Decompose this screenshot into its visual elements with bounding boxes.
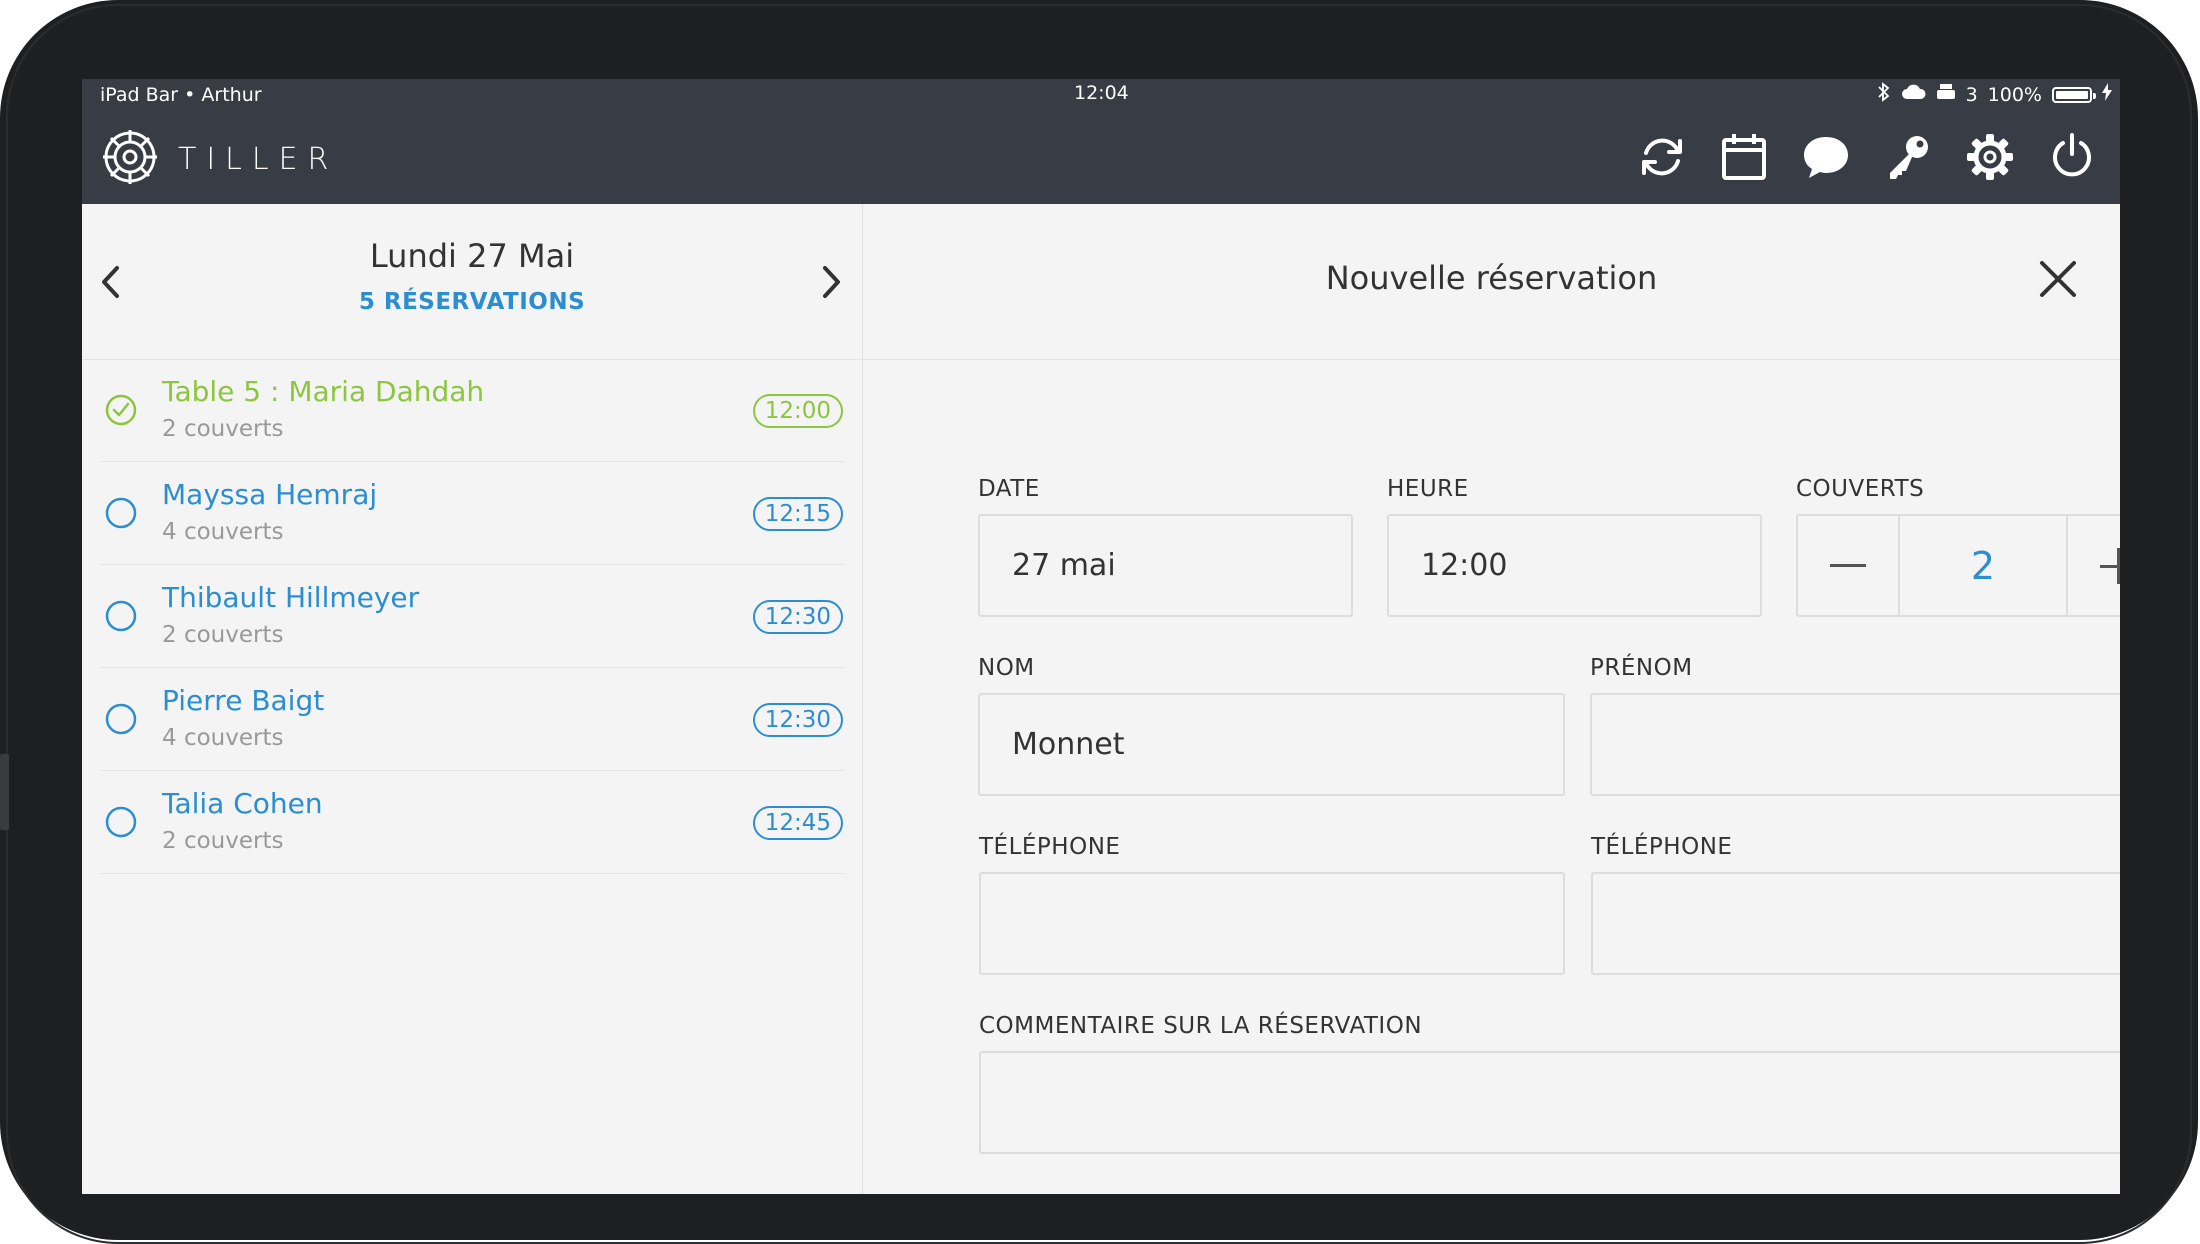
- status-indicators: 3 100%: [1877, 82, 2112, 107]
- comment-field[interactable]: [979, 1051, 2120, 1154]
- bluetooth-icon: [1877, 82, 1890, 107]
- power-icon[interactable]: [2046, 131, 2098, 183]
- reservation-list: Table 5 : Maria Dahdah 2 couverts 12:00 …: [100, 359, 845, 874]
- hour-field[interactable]: 12:00: [1387, 514, 1762, 617]
- reservation-covers: 2 couverts: [162, 416, 284, 442]
- tiller-logo-icon: [102, 129, 158, 189]
- reservations-panel: Lundi 27 Mai 5 RÉSERVATIONS Table 5 : Ma…: [82, 204, 863, 1194]
- firstname-field[interactable]: [1590, 693, 2120, 796]
- reservation-covers: 4 couverts: [162, 519, 284, 545]
- battery-icon: [2052, 86, 2096, 103]
- reservation-name: Talia Cohen: [162, 787, 323, 820]
- unchecked-circle-icon[interactable]: [104, 496, 138, 530]
- reservation-time-badge: 12:30: [752, 703, 843, 737]
- reservation-row[interactable]: Pierre Baigt 4 couverts 12:30: [100, 668, 845, 771]
- app-screen: iPad Bar • Arthur 12:04 3 100% TILLER Lu…: [82, 79, 2120, 1194]
- charging-icon: [2102, 83, 2112, 106]
- refresh-icon[interactable]: [1636, 131, 1688, 183]
- key-icon[interactable]: [1882, 131, 1934, 183]
- checked-circle-icon[interactable]: [104, 393, 138, 427]
- reservation-covers: 2 couverts: [162, 622, 284, 648]
- firstname-label: PRÉNOM: [1590, 655, 1693, 681]
- phone-field[interactable]: [979, 872, 1565, 975]
- comment-label: COMMENTAIRE SUR LA RÉSERVATION: [979, 1013, 1423, 1039]
- notification-count: 3: [1965, 83, 1978, 106]
- chevron-right-icon: [823, 266, 840, 298]
- reservation-time-badge: 12:30: [752, 600, 843, 634]
- top-nav: [1636, 131, 2098, 183]
- covers-label: COUVERTS: [1796, 476, 1925, 502]
- day-title: Lundi 27 Mai: [369, 237, 575, 275]
- calendar-icon[interactable]: [1718, 131, 1770, 183]
- form-title: Nouvelle réservation: [1325, 259, 1658, 297]
- date-label: DATE: [978, 476, 1040, 502]
- unchecked-circle-icon[interactable]: [104, 702, 138, 736]
- reservation-covers: 4 couverts: [162, 725, 284, 751]
- ipad-side-button: [0, 754, 9, 830]
- reservation-name: Mayssa Hemraj: [162, 478, 378, 511]
- reservation-count[interactable]: 5 RÉSERVATIONS: [82, 289, 862, 315]
- status-time: 12:04: [1074, 82, 1129, 104]
- hour-label: HEURE: [1387, 476, 1469, 502]
- unchecked-circle-icon[interactable]: [104, 599, 138, 633]
- covers-value: 2: [1900, 516, 2068, 615]
- name-label: NOM: [978, 655, 1035, 681]
- next-day-button[interactable]: [812, 262, 852, 302]
- chat-icon[interactable]: [1800, 131, 1852, 183]
- unchecked-circle-icon[interactable]: [104, 805, 138, 839]
- settings-icon[interactable]: [1964, 131, 2016, 183]
- brand-name: TILLER: [178, 141, 339, 177]
- reservation-covers: 2 couverts: [162, 828, 284, 854]
- close-icon: [2040, 261, 2076, 297]
- reservation-row[interactable]: Mayssa Hemraj 4 couverts 12:15: [100, 462, 845, 565]
- reservation-time-badge: 12:15: [752, 497, 843, 531]
- reservation-row[interactable]: Thibault Hillmeyer 2 couverts 12:30: [100, 565, 845, 668]
- status-device-name: iPad Bar • Arthur: [100, 84, 262, 106]
- reservation-time-badge: 12:00: [752, 394, 843, 428]
- decrement-button[interactable]: [1798, 516, 1900, 615]
- close-button[interactable]: [2036, 257, 2080, 301]
- plus-icon: [2099, 547, 2120, 584]
- reservation-time-badge: 12:45: [752, 806, 843, 840]
- phone2-label: TÉLÉPHONE: [1591, 834, 1733, 860]
- reservation-row[interactable]: Talia Cohen 2 couverts 12:45: [100, 771, 845, 874]
- reservation-name: Pierre Baigt: [162, 684, 325, 717]
- new-reservation-panel: Nouvelle réservation DATE 27 mai HEURE 1…: [863, 204, 2120, 1194]
- date-field[interactable]: 27 mai: [978, 514, 1353, 617]
- brand: TILLER: [102, 129, 338, 189]
- day-header: Lundi 27 Mai 5 RÉSERVATIONS: [82, 204, 862, 360]
- reservation-name: Table 5 : Maria Dahdah: [162, 375, 485, 408]
- reservation-row[interactable]: Table 5 : Maria Dahdah 2 couverts 12:00: [100, 359, 845, 462]
- name-field[interactable]: Monnet: [978, 693, 1565, 796]
- battery-percent: 100%: [1987, 83, 2042, 106]
- minus-icon: [1830, 563, 1866, 567]
- form-header: Nouvelle réservation: [863, 204, 2120, 360]
- printer-icon: [1936, 82, 1956, 107]
- phone-label: TÉLÉPHONE: [979, 834, 1121, 860]
- covers-stepper: 2: [1796, 514, 2120, 617]
- phone2-field[interactable]: [1591, 872, 2120, 975]
- increment-button[interactable]: [2068, 516, 2120, 615]
- top-bar: iPad Bar • Arthur 12:04 3 100% TILLER: [82, 79, 2120, 204]
- cloud-icon: [1900, 83, 1926, 106]
- reservation-name: Thibault Hillmeyer: [162, 581, 420, 614]
